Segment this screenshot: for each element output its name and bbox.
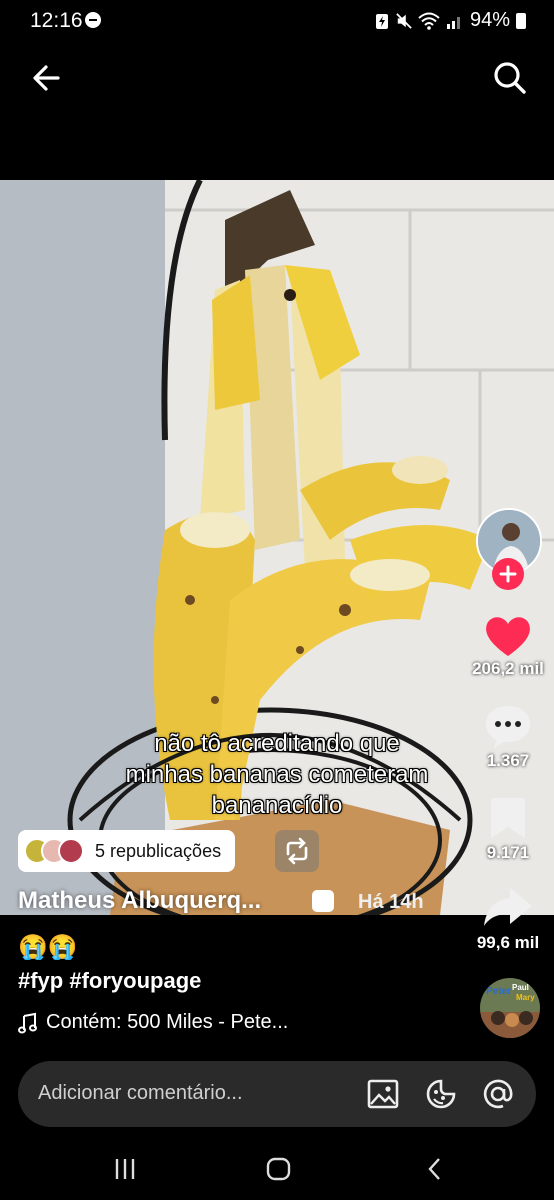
- music-note-icon: [18, 1012, 37, 1033]
- save-button[interactable]: [478, 794, 538, 847]
- back-nav-icon[interactable]: [420, 1154, 450, 1184]
- comment-input[interactable]: Adicionar comentário...: [18, 1061, 536, 1127]
- share-button[interactable]: [478, 884, 538, 935]
- friends-badge-icon: [312, 890, 334, 912]
- system-nav-bar: [0, 1136, 554, 1200]
- album-logo-text: Paul: [512, 983, 529, 992]
- mention-icon[interactable]: [481, 1077, 515, 1111]
- battery-icon: [516, 12, 526, 29]
- comment-bubble-icon: [486, 706, 530, 748]
- bookmark-icon: [491, 798, 525, 838]
- share-arrow-icon: [484, 888, 532, 926]
- battery-saver-icon: [375, 13, 388, 29]
- home-icon[interactable]: [264, 1154, 294, 1184]
- wifi-icon: [418, 12, 440, 30]
- author-name[interactable]: Matheus Albuquerq...: [18, 887, 261, 915]
- status-right: 94%: [374, 9, 526, 32]
- recent-apps-icon[interactable]: [110, 1154, 140, 1184]
- music-disc[interactable]: Peter Paul Mary: [480, 978, 540, 1038]
- comment-button[interactable]: [478, 702, 538, 755]
- music-row[interactable]: Contém: 500 Miles - Pete...: [18, 1011, 288, 1034]
- album-cover: Peter Paul Mary: [480, 978, 540, 1038]
- post-hashtags[interactable]: #fyp #foryoupage: [18, 968, 201, 994]
- like-button[interactable]: [478, 612, 538, 665]
- video-caption: não tô acreditando que minhas bananas co…: [0, 728, 554, 821]
- album-logo-text: Mary: [516, 993, 535, 1002]
- signal-icon: [446, 16, 460, 29]
- repost-avatars: [24, 838, 84, 864]
- reposts-count: 5 republicações: [95, 840, 222, 861]
- caption-line: bananacídio: [211, 792, 343, 819]
- comment-count: 1.367: [486, 751, 530, 770]
- reposts-chip[interactable]: 5 republicações: [18, 830, 236, 872]
- follow-button[interactable]: [492, 558, 524, 590]
- like-count: 206,2 mil: [472, 659, 544, 678]
- image-icon[interactable]: [366, 1077, 400, 1111]
- save-count: 9.171: [486, 843, 530, 862]
- status-time: 12:16: [30, 9, 83, 32]
- comment-placeholder: Adicionar comentário...: [38, 1082, 243, 1104]
- post-time: Há 14h: [358, 891, 424, 913]
- album-logo-text: Peter: [486, 986, 511, 997]
- avatar: [58, 838, 84, 864]
- plus-icon: [499, 565, 517, 583]
- music-title: Contém: 500 Miles - Pete...: [46, 1011, 289, 1033]
- video-player[interactable]: não tô acreditando que minhas bananas co…: [0, 180, 554, 915]
- post-emoji: 😭😭: [18, 934, 78, 961]
- do-not-disturb-icon: [85, 12, 101, 28]
- status-bar: 12:16 94%: [0, 0, 554, 44]
- search-icon[interactable]: [490, 58, 530, 98]
- mute-icon: [396, 12, 412, 29]
- repost-icon: [286, 837, 308, 865]
- heart-icon: [486, 617, 530, 656]
- repost-button[interactable]: [275, 830, 319, 872]
- battery-percent: 94%: [469, 9, 510, 31]
- emoji-sticker-icon[interactable]: [424, 1077, 458, 1111]
- share-count: 99,6 mil: [476, 933, 540, 952]
- back-arrow-icon[interactable]: [28, 58, 68, 98]
